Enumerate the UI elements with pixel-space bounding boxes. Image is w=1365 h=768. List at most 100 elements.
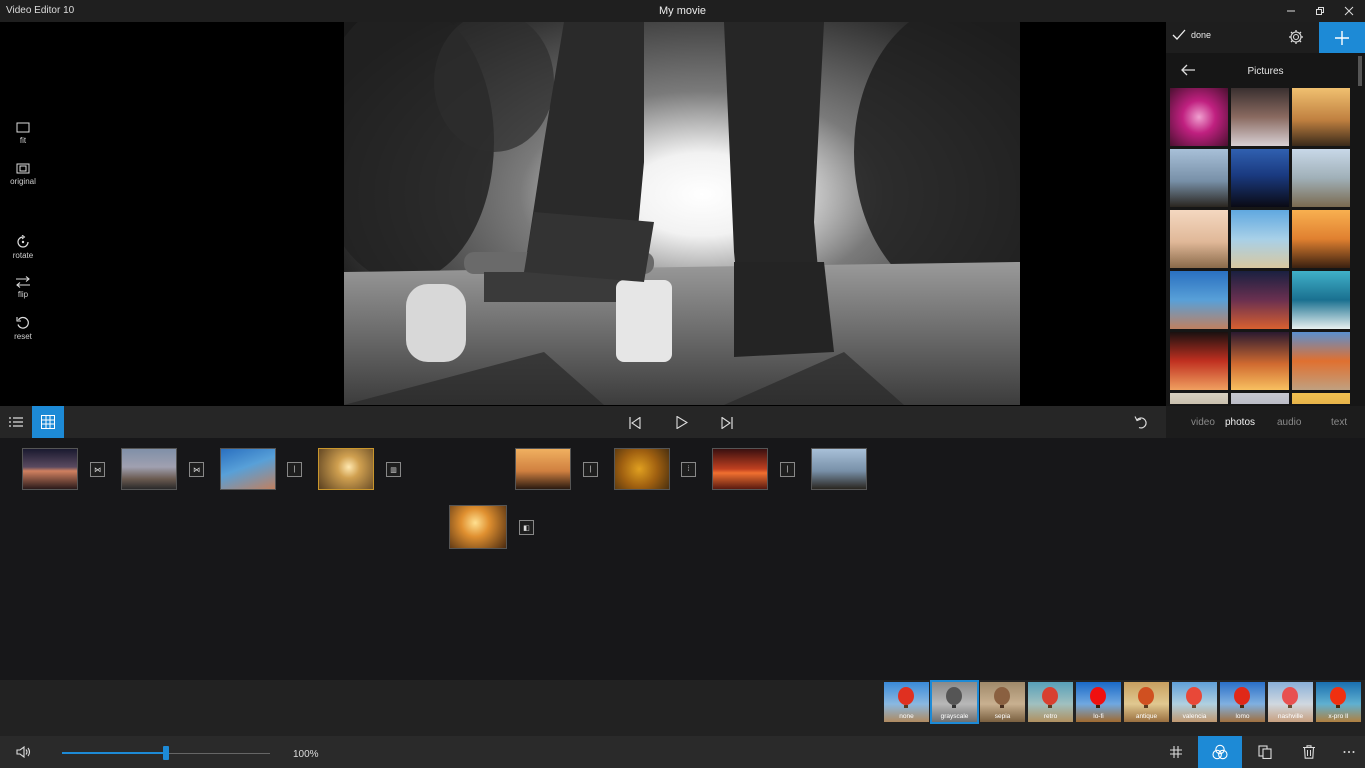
fit-label: fit [19, 136, 27, 145]
media-panel: done Pictures [1166, 22, 1365, 406]
next-button[interactable] [720, 416, 734, 434]
flip-button[interactable]: flip [0, 276, 46, 299]
picture-thumbnail[interactable] [1170, 149, 1228, 207]
storyboard-clip[interactable] [515, 448, 571, 490]
tab-audio[interactable]: audio [1277, 417, 1301, 428]
preview-image [344, 22, 1020, 405]
video-preview[interactable] [344, 22, 1020, 405]
transition-button[interactable]: | [780, 462, 795, 477]
restore-button[interactable] [1305, 0, 1335, 22]
flip-icon [16, 276, 30, 288]
filter-label: valencia [1182, 713, 1207, 720]
checkmark-icon [1172, 29, 1186, 40]
filter-lo-fi[interactable]: lo-fi [1076, 682, 1121, 722]
picture-thumbnail[interactable] [1231, 210, 1289, 268]
volume-slider-thumb[interactable] [163, 746, 169, 760]
picture-thumbnail[interactable] [1170, 271, 1228, 329]
title-bar: Video Editor 10 My movie [0, 0, 1365, 22]
reset-button[interactable]: reset [0, 316, 46, 341]
transition-button[interactable]: | [583, 462, 598, 477]
picture-thumbnail[interactable] [1170, 393, 1228, 404]
pictures-grid [1170, 88, 1352, 404]
filter-retro[interactable]: retro [1028, 682, 1073, 722]
transition-button[interactable]: ▥ [386, 462, 401, 477]
delete-button[interactable] [1301, 736, 1317, 768]
storyboard-clip[interactable] [614, 448, 670, 490]
picture-thumbnail[interactable] [1292, 210, 1350, 268]
hash-grid-icon [1170, 746, 1182, 758]
rotate-button[interactable]: rotate [0, 235, 46, 260]
volume-button[interactable] [14, 736, 34, 768]
transition-button[interactable]: ◧ [519, 520, 534, 535]
storyboard-clip[interactable] [22, 448, 78, 490]
filter-x-pro-ii[interactable]: x-pro II [1316, 682, 1361, 722]
filter-grayscale[interactable]: grayscale [930, 680, 979, 724]
volume-icon [16, 746, 31, 758]
picture-thumbnail[interactable] [1231, 271, 1289, 329]
picture-thumbnail[interactable] [1292, 88, 1350, 146]
picture-thumbnail[interactable] [1292, 271, 1350, 329]
minimize-button[interactable] [1276, 0, 1306, 22]
play-button[interactable] [676, 415, 689, 434]
playback-bar [0, 406, 1166, 438]
snap-grid-button[interactable] [1166, 736, 1186, 768]
filter-label: sepia [994, 713, 1011, 720]
grid-view-button[interactable] [32, 406, 64, 438]
reset-label: reset [14, 332, 32, 341]
picture-thumbnail[interactable] [1231, 393, 1289, 404]
settings-button[interactable] [1288, 29, 1304, 50]
tab-video[interactable]: video [1191, 417, 1215, 428]
document-title: My movie [658, 5, 707, 17]
storyboard-clip[interactable] [712, 448, 768, 490]
filter-none[interactable]: none [884, 682, 929, 722]
volume-slider-fill [62, 752, 166, 754]
cut-icon: | [589, 466, 592, 473]
more-options-button[interactable] [1340, 736, 1358, 768]
done-button[interactable]: done [1172, 29, 1211, 41]
picture-thumbnail[interactable] [1170, 210, 1228, 268]
add-media-button[interactable] [1319, 22, 1365, 53]
close-icon [1344, 6, 1354, 16]
transition-button[interactable]: ⁞ [681, 462, 696, 477]
plus-icon [1335, 30, 1349, 45]
transition-button[interactable]: ⋈ [90, 462, 105, 477]
picture-thumbnail[interactable] [1231, 88, 1289, 146]
picture-thumbnail[interactable] [1170, 88, 1228, 146]
filter-lomo[interactable]: lomo [1220, 682, 1265, 722]
original-button[interactable]: original [0, 163, 46, 186]
storyboard-clip[interactable] [811, 448, 867, 490]
previous-button[interactable] [628, 416, 642, 434]
duplicate-button[interactable] [1256, 736, 1274, 768]
transition-button[interactable]: | [287, 462, 302, 477]
storyboard-clip-selected[interactable] [318, 448, 374, 490]
media-panel-toolbar: done [1166, 22, 1365, 53]
picture-thumbnail[interactable] [1292, 332, 1350, 390]
filter-valencia[interactable]: valencia [1172, 682, 1217, 722]
picture-thumbnail[interactable] [1231, 149, 1289, 207]
pictures-header: Pictures [1166, 53, 1365, 86]
bottom-toolbar: 100% [0, 736, 1365, 768]
filter-antique[interactable]: antique [1124, 682, 1169, 722]
picture-thumbnail[interactable] [1292, 149, 1350, 207]
close-button[interactable] [1334, 0, 1364, 22]
picture-thumbnail[interactable] [1231, 332, 1289, 390]
restore-icon [1316, 7, 1324, 15]
filter-nashville[interactable]: nashville [1268, 682, 1313, 722]
skip-next-icon [721, 416, 733, 430]
picture-thumbnail[interactable] [1170, 332, 1228, 390]
storyboard-clip[interactable] [121, 448, 177, 490]
crossfade-icon: ⋈ [193, 466, 200, 474]
storyboard-clip[interactable] [220, 448, 276, 490]
storyboard-clip-dragging[interactable] [449, 505, 507, 549]
fit-button[interactable]: fit [0, 122, 46, 145]
transition-button[interactable]: ⋈ [189, 462, 204, 477]
list-view-button[interactable] [0, 406, 32, 438]
tab-photos[interactable]: photos [1225, 417, 1255, 428]
filter-strip: none grayscale sepia retro lo-fi antique… [0, 680, 1365, 736]
picture-thumbnail[interactable] [1292, 393, 1350, 404]
undo-button[interactable] [1134, 415, 1148, 434]
filter-sepia[interactable]: sepia [980, 682, 1025, 722]
tab-text[interactable]: text [1331, 417, 1347, 428]
media-scrollbar[interactable] [1358, 56, 1362, 86]
trash-icon [1303, 745, 1315, 759]
